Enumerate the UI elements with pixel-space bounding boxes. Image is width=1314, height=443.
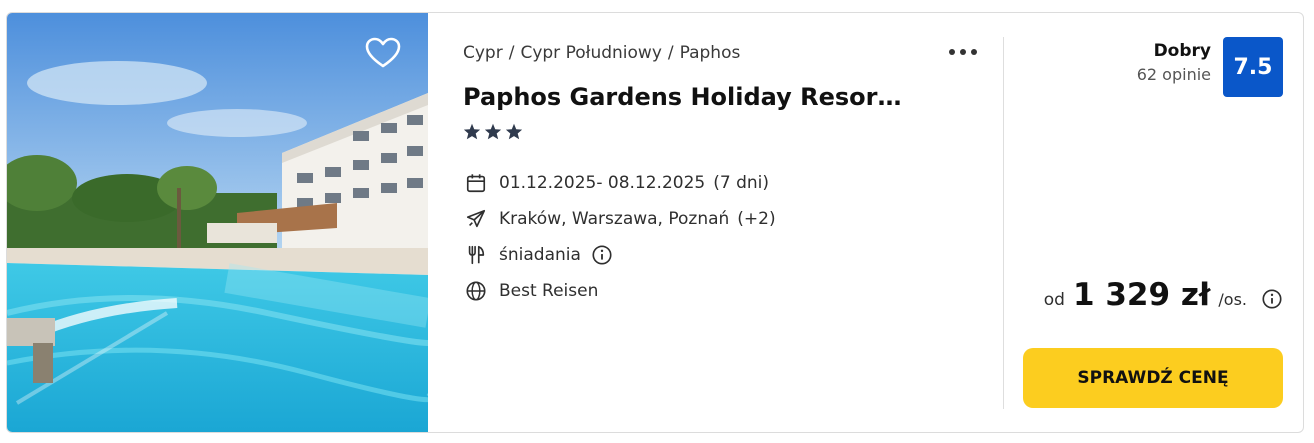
breadcrumb-country[interactable]: Cypr — [463, 43, 503, 63]
price-per-person: /os. — [1218, 290, 1247, 309]
calendar-icon — [463, 171, 489, 195]
dates-row: 01.12.2025- 08.12.2025 (7 dni) — [463, 165, 776, 201]
breadcrumb-separator: / — [667, 43, 674, 63]
favorite-button[interactable] — [363, 33, 403, 73]
plane-icon — [463, 207, 489, 231]
operator-value: Best Reisen — [499, 281, 599, 301]
hotel-photo-image — [7, 13, 428, 432]
departure-value: Kraków, Warszawa, Poznań — [499, 209, 730, 229]
hotel-stars — [463, 123, 523, 140]
price-from-label: od — [1043, 290, 1065, 310]
hotel-photo[interactable] — [7, 13, 428, 432]
heart-icon — [365, 37, 401, 68]
globe-icon — [463, 279, 489, 303]
price-block: od 1 329 zł /os. — [1043, 277, 1283, 321]
offer-card: Cypr / Cypr Południowy / Paphos Paphos Garde… — [6, 12, 1304, 433]
breadcrumb-region[interactable]: Cypr Południowy — [520, 43, 661, 63]
rating-label: Dobry — [1153, 41, 1211, 61]
board-value: śniadania — [499, 245, 581, 265]
board-row: śniadania — [463, 237, 776, 273]
more-options-button[interactable] — [945, 39, 981, 65]
rating-score-badge: 7.5 — [1223, 37, 1283, 97]
star-icon — [505, 123, 523, 140]
star-icon — [484, 123, 502, 140]
operator-row: Best Reisen — [463, 273, 776, 309]
dates-value: 01.12.2025- 08.12.2025 — [499, 173, 706, 193]
rating-block[interactable]: Dobry 62 opinie 7.5 — [1027, 37, 1283, 97]
offer-facts: 01.12.2025- 08.12.2025 (7 dni) Kraków, W… — [463, 165, 776, 309]
cutlery-icon — [463, 243, 489, 267]
breadcrumb-city[interactable]: Paphos — [680, 43, 741, 63]
reviews-count[interactable]: 62 opinie — [1137, 65, 1211, 84]
departure-extra[interactable]: (+2) — [737, 209, 775, 229]
star-icon — [463, 123, 481, 140]
hotel-name[interactable]: Paphos Gardens Holiday Resor… — [463, 83, 913, 111]
price-info-icon[interactable] — [1261, 288, 1283, 310]
info-icon[interactable] — [591, 244, 613, 266]
column-divider — [1003, 37, 1004, 409]
departure-row: Kraków, Warszawa, Poznań (+2) — [463, 201, 776, 237]
offer-info: Cypr / Cypr Południowy / Paphos Paphos Garde… — [463, 13, 983, 432]
price-amount: 1 329 zł — [1072, 277, 1211, 313]
more-dots-icon — [949, 49, 977, 55]
breadcrumb-separator: / — [508, 43, 515, 63]
breadcrumb: Cypr / Cypr Południowy / Paphos — [463, 43, 740, 63]
check-price-button[interactable]: SPRAWDŹ CENĘ — [1023, 348, 1283, 408]
duration-value: (7 dni) — [713, 173, 769, 193]
